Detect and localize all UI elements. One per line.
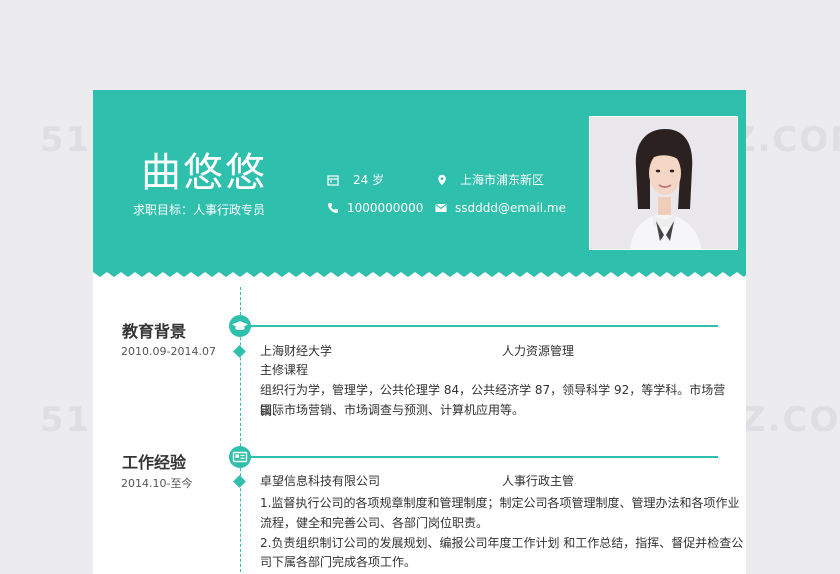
email-icon xyxy=(435,203,447,212)
major-name: 人力资源管理 xyxy=(502,344,575,358)
phone-info: 1000000000 xyxy=(327,201,423,215)
email-text: ssdddd@email.me xyxy=(455,201,566,215)
location-text: 上海市浦东新区 xyxy=(460,173,545,187)
courses-line-2: 国际市场营销、市场调查与预测、计算机应用等。 xyxy=(260,403,525,417)
duty-2-line-2: 司下属各部门完成各项工作。 xyxy=(260,555,417,569)
school-name: 上海财经大学 xyxy=(260,344,333,358)
zigzag-divider xyxy=(93,268,746,277)
phone-icon xyxy=(328,203,338,213)
location-info: 上海市浦东新区 xyxy=(436,171,544,188)
courses-label: 主修课程 xyxy=(260,363,309,377)
education-date: 2010.09-2014.07 xyxy=(121,345,216,358)
resume-header: 曲悠悠 求职目标：人事行政专员 24 岁 上海市浦东新区 1000000000 … xyxy=(93,90,746,270)
age-info: 24 岁 xyxy=(327,171,384,188)
resume-sheet: 曲悠悠 求职目标：人事行政专员 24 岁 上海市浦东新区 1000000000 … xyxy=(93,90,746,574)
duty-1-line-2: 流程，健全和完善公司、各部门岗位职责。 xyxy=(260,516,489,530)
education-divider xyxy=(249,325,718,327)
education-diamond xyxy=(233,345,246,358)
location-pin-icon xyxy=(438,174,446,185)
candidate-name: 曲悠悠 xyxy=(141,150,267,196)
id-card-icon xyxy=(229,446,251,468)
calendar-icon xyxy=(327,174,339,186)
position-name: 人事行政主管 xyxy=(502,474,575,488)
work-diamond xyxy=(233,475,246,488)
phone-text: 1000000000 xyxy=(347,201,424,215)
portrait-illustration xyxy=(590,117,737,249)
graduation-cap-icon xyxy=(229,315,251,337)
education-title: 教育背景 xyxy=(122,322,187,341)
work-date: 2014.10-至今 xyxy=(121,477,193,490)
work-title: 工作经验 xyxy=(122,453,187,472)
company-name: 卓望信息科技有限公司 xyxy=(260,474,381,488)
duty-1-line-1: 1.监督执行公司的各项规章制度和管理制度；制定公司各项管理制度、管理办法和各项作… xyxy=(260,496,740,510)
profile-photo xyxy=(589,116,738,250)
work-divider xyxy=(249,456,718,458)
age-text: 24 岁 xyxy=(353,173,385,187)
duty-2-line-1: 2.负责组织制订公司的发展规划、编报公司年度工作计划 和工作总结，指挥、督促并检… xyxy=(260,536,744,550)
email-info: ssdddd@email.me xyxy=(435,201,566,215)
job-objective: 求职目标：人事行政专员 xyxy=(133,203,266,217)
